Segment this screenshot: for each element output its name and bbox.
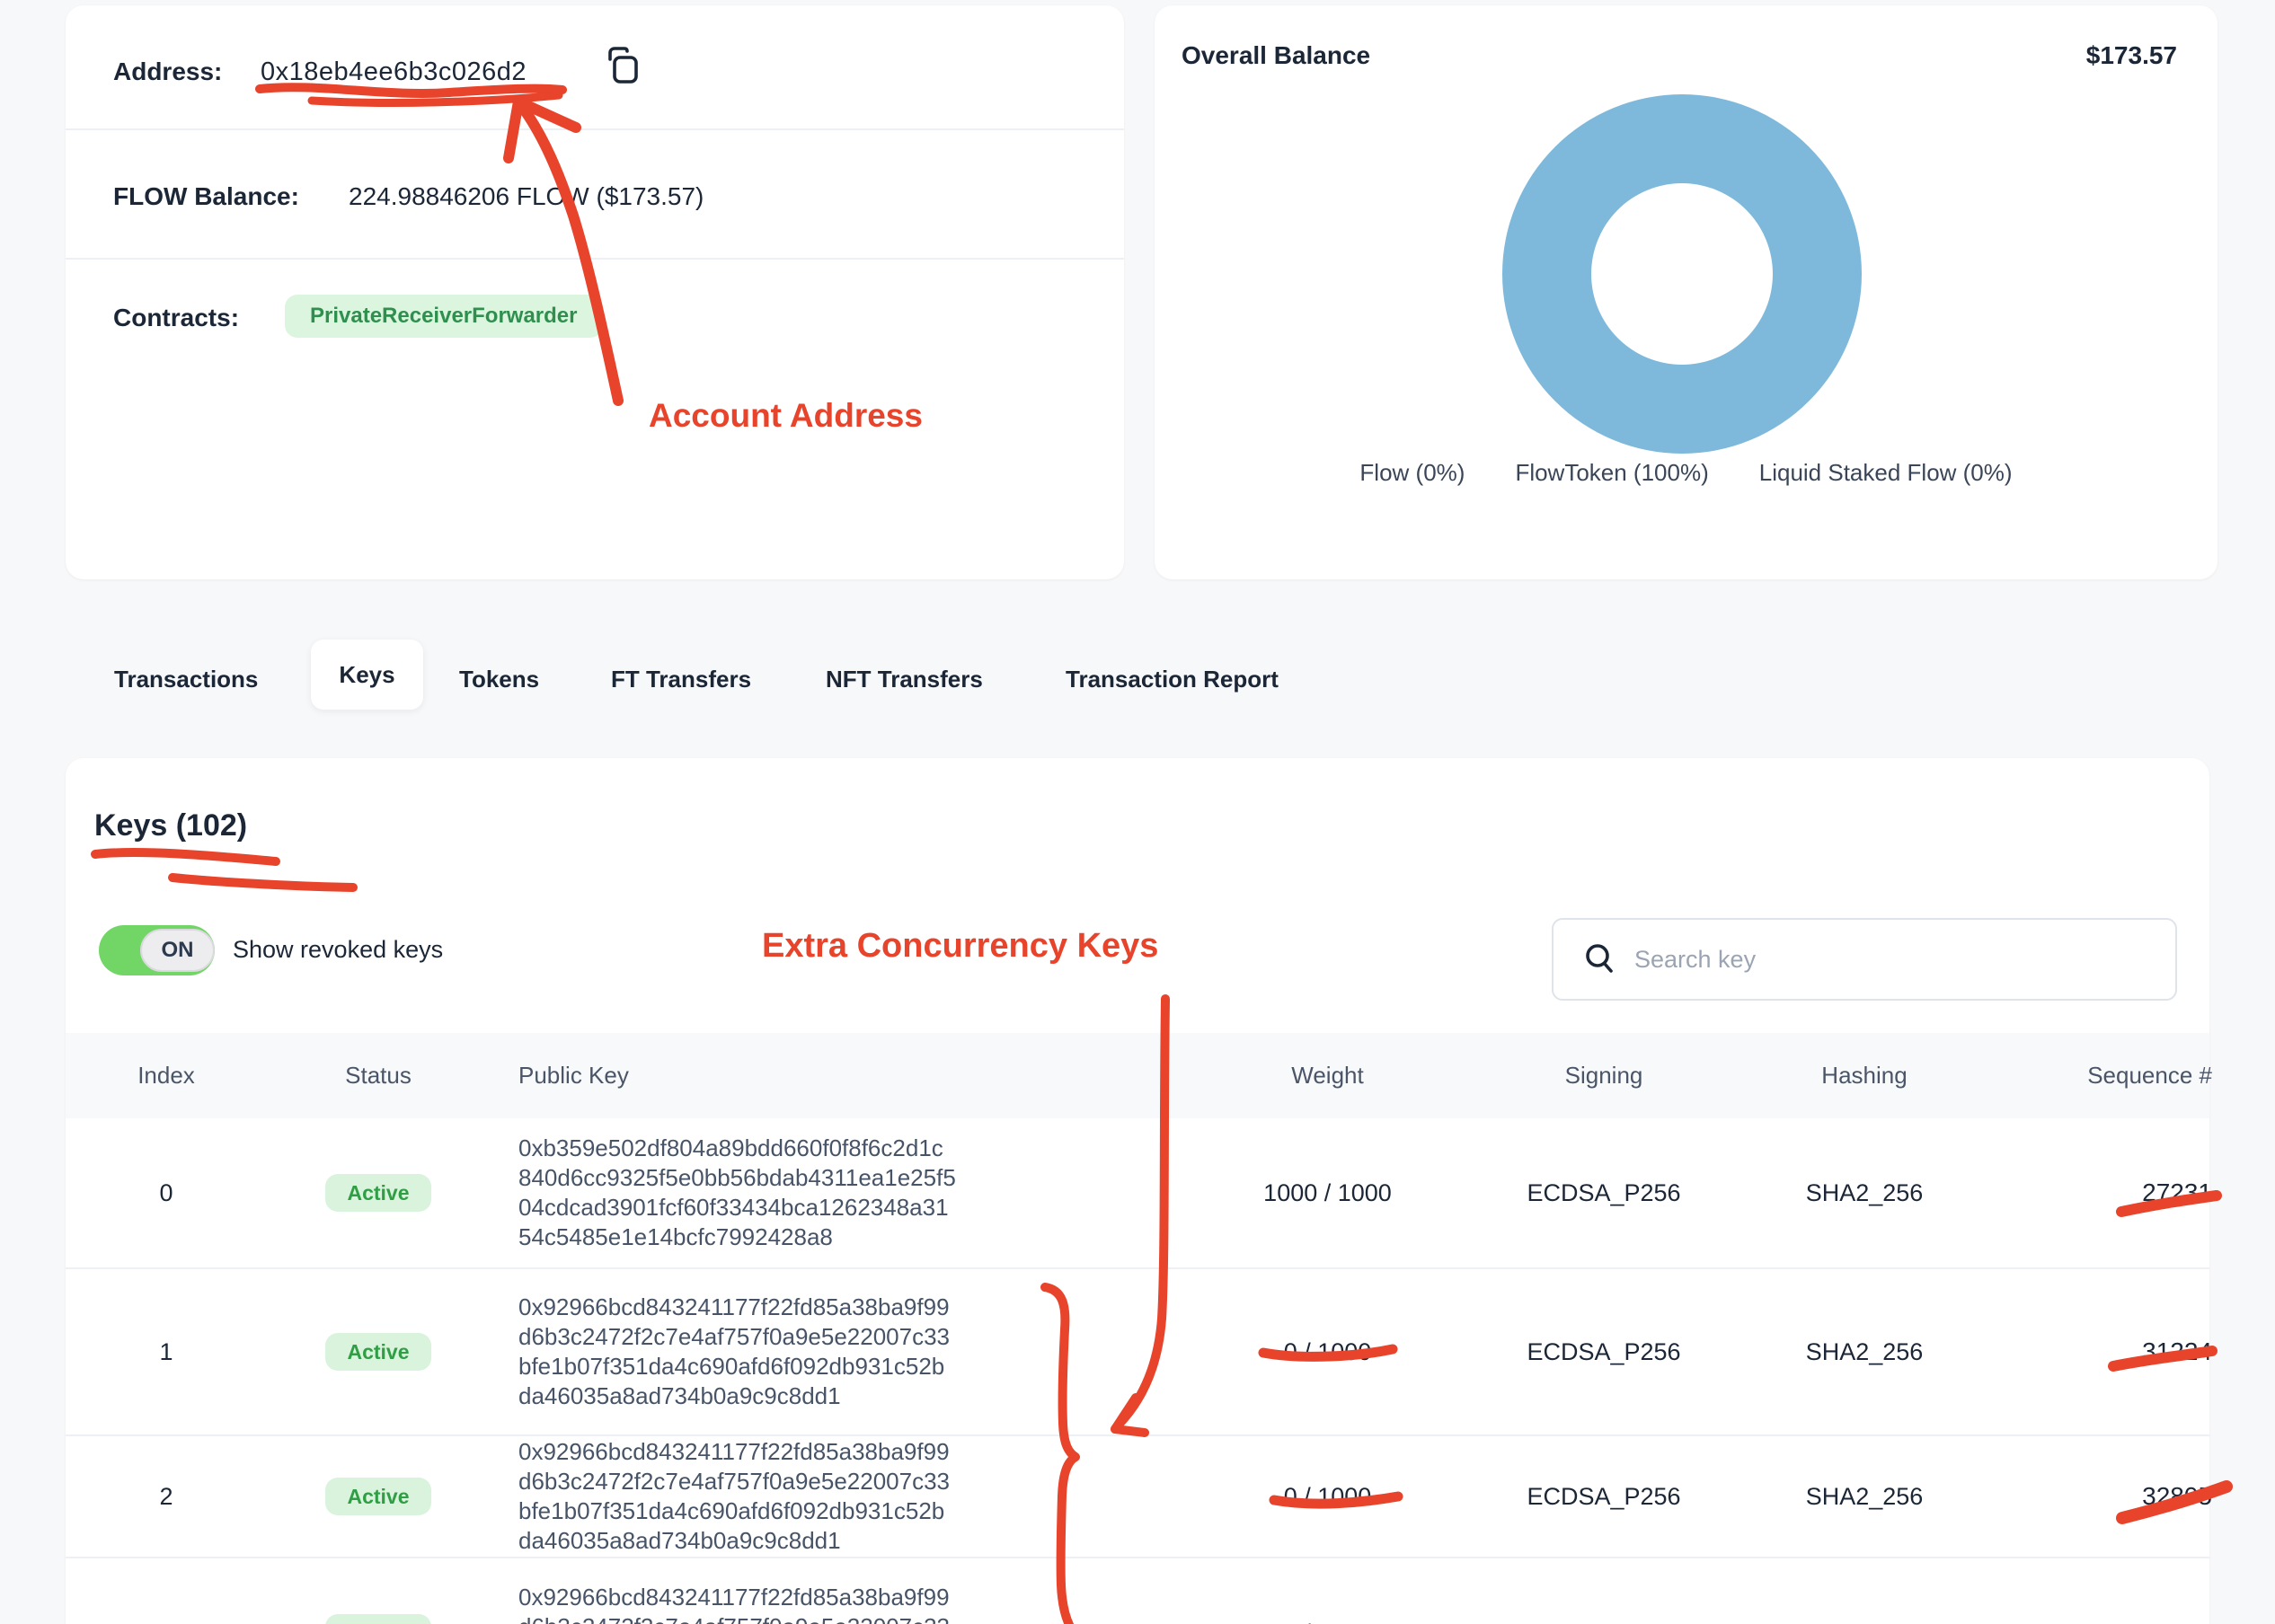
key-hashing: SHA2_256 [1761,1436,1968,1557]
copy-icon [603,45,642,88]
keys-section-title: Keys (102) [94,808,247,843]
show-revoked-toggle[interactable]: ON [99,925,215,975]
tab-keys-active[interactable]: Keys [311,640,423,710]
key-weight: 1000 / 1000 [1222,1118,1433,1267]
copy-address-button[interactable] [603,45,642,88]
col-header-weight: Weight [1222,1033,1433,1118]
address-label: Address: [113,57,222,86]
status-badge: Active [325,1614,430,1624]
tab-transactions[interactable]: Transactions [114,666,258,693]
balance-card-title: Overall Balance [1182,41,1370,70]
search-icon [1582,941,1618,977]
col-header-signing: Signing [1483,1033,1725,1118]
divider [66,258,1124,260]
search-input[interactable] [1634,946,2175,974]
address-value[interactable]: 0x18eb4ee6b3c026d2 [261,57,527,87]
key-index: 3 [126,1558,207,1624]
key-signing: ECDSA_P256 [1483,1558,1725,1624]
account-info-card: Address: 0x18eb4ee6b3c026d2 FLOW Balance… [66,5,1124,579]
key-signing: ECDSA_P256 [1483,1436,1725,1557]
col-header-sequence: Sequence # [2014,1033,2212,1118]
key-status-cell: Active [323,1436,433,1557]
key-weight: 0 / 1000 [1222,1558,1433,1624]
key-index: 0 [126,1118,207,1267]
status-badge: Active [325,1174,430,1212]
contracts-label: Contracts: [113,304,239,332]
key-hashing: SHA2_256 [1761,1269,1968,1434]
col-header-index: Index [126,1033,207,1118]
show-revoked-label: Show revoked keys [233,936,443,964]
key-search-box [1552,918,2177,1001]
key-status-cell: Active [323,1118,433,1267]
key-weight: 0 / 1000 [1222,1269,1433,1434]
key-index: 2 [126,1436,207,1557]
keys-card: Keys (102) ON Show revoked keys Index St… [66,758,2209,1624]
tab-tokens[interactable]: Tokens [459,666,539,693]
public-key: 0xb359e502df804a89bdd660f0f8f6c2d1c 840d… [518,1118,1093,1267]
key-signing: ECDSA_P256 [1483,1118,1725,1267]
divider [66,128,1124,130]
col-header-hashing: Hashing [1761,1033,1968,1118]
key-row-1: 1 Active 0x92966bcd843241177f22fd85a38ba… [66,1267,2209,1434]
legend-item-liquid-staked[interactable]: Liquid Staked Flow (0%) [1759,459,2013,487]
status-badge: Active [325,1333,430,1371]
overall-balance-card: Overall Balance $173.57 Flow (0%) FlowTo… [1155,5,2217,579]
key-sequence: 27231 [2014,1118,2212,1267]
key-weight: 0 / 1000 [1222,1436,1433,1557]
keys-table-header: Index Status Public Key Weight Signing H… [66,1033,2209,1118]
flow-balance-value: 224.98846206 FLOW ($173.57) [349,182,704,211]
balance-amount: $173.57 [2086,41,2177,70]
legend-item-flowtoken[interactable]: FlowToken (100%) [1515,459,1708,487]
key-status-cell: Active [323,1269,433,1434]
public-key: 0x92966bcd843241177f22fd85a38ba9f99 d6b3… [518,1436,1093,1557]
toggle-knob: ON [140,929,215,972]
key-sequence: 31224 [2014,1269,2212,1434]
public-key: 0x92966bcd843241177f22fd85a38ba9f99 d6b3… [518,1558,1093,1624]
balance-donut-chart [1502,94,1862,454]
flow-account-page: Address: 0x18eb4ee6b3c026d2 FLOW Balance… [0,0,2275,1624]
key-signing: ECDSA_P256 [1483,1269,1725,1434]
donut-legend: Flow (0%) FlowToken (100%) Liquid Staked… [1155,459,2217,487]
key-hashing: SHA2_256 [1761,1118,1968,1267]
key-row-0: 0 Active 0xb359e502df804a89bdd660f0f8f6c… [66,1118,2209,1267]
key-status-cell: Active [323,1558,433,1624]
key-row-2: 2 Active 0x92966bcd843241177f22fd85a38ba… [66,1434,2209,1557]
key-row-3-partial: 3 Active 0x92966bcd843241177f22fd85a38ba… [66,1557,2209,1624]
key-hashing: SHA2_256 [1761,1558,1968,1624]
tab-transaction-report[interactable]: Transaction Report [1066,666,1279,693]
key-sequence [2014,1558,2212,1624]
status-badge: Active [325,1478,430,1515]
legend-item-flow[interactable]: Flow (0%) [1359,459,1465,487]
col-header-public-key: Public Key [518,1033,629,1118]
key-sequence: 32805 [2014,1436,2212,1557]
key-index: 1 [126,1269,207,1434]
tab-ft-transfers[interactable]: FT Transfers [611,666,751,693]
col-header-status: Status [323,1033,433,1118]
tab-nft-transfers[interactable]: NFT Transfers [826,666,983,693]
flow-balance-label: FLOW Balance: [113,182,299,211]
donut-hole [1591,183,1773,365]
public-key: 0x92966bcd843241177f22fd85a38ba9f99 d6b3… [518,1269,1093,1434]
contract-badge[interactable]: PrivateReceiverForwarder [285,295,603,338]
